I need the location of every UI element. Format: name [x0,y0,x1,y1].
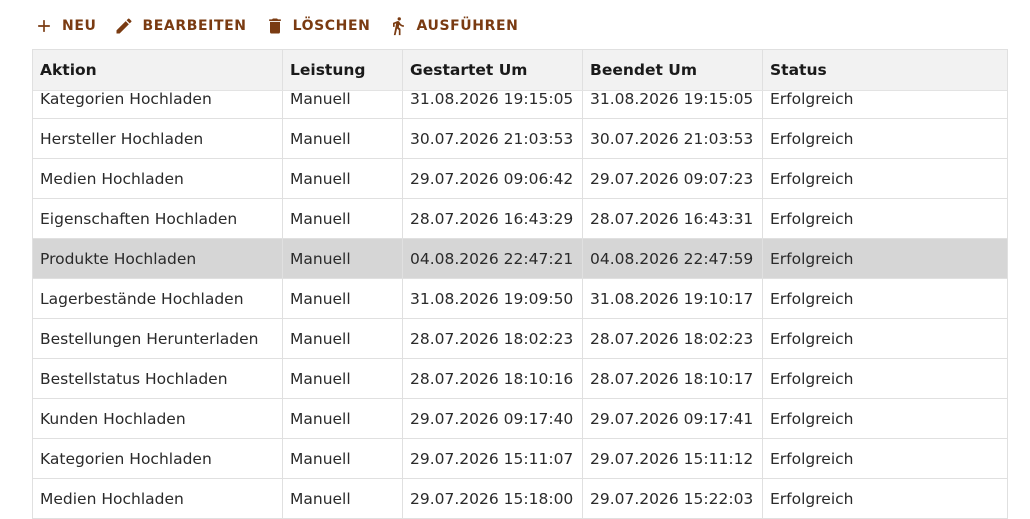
table-row[interactable]: Bestellstatus Hochladen Manuell 28.07.2026… [33,359,1007,399]
cell-aktion: Produkte Hochladen [33,239,283,278]
column-header-aktion[interactable]: Aktion [33,50,283,90]
cell-leistung: Manuell [283,279,403,318]
table-header: Aktion Leistung Gestartet Um Beendet Um … [33,50,1007,91]
table-row[interactable]: Medien Hochladen Manuell 29.07.2026 09:06:… [33,159,1007,199]
cell-leistung: Manuell [283,199,403,238]
cell-gestartet-um: 31.08.2026 19:09:50 [403,279,583,318]
cell-gestartet-um: 04.08.2026 22:47:21 [403,239,583,278]
cell-aktion: Kunden Hochladen [33,399,283,438]
plus-icon [34,16,54,36]
edit-button[interactable]: BEARBEITEN [114,12,246,40]
table-row[interactable]: Lagerbestände Hochladen Manuell 31.08.2026… [33,279,1007,319]
cell-leistung: Manuell [283,119,403,158]
cell-beendet-um: 29.07.2026 09:17:41 [583,399,763,438]
column-header-beendet-um[interactable]: Beendet Um [583,50,763,90]
cell-gestartet-um: 29.07.2026 15:18:00 [403,479,583,518]
toolbar: NEU BEARBEITEN LÖSCHEN AUSFÜHREN [34,10,518,42]
cell-status: Erfolgreich [770,489,854,508]
column-header-gestartet-um[interactable]: Gestartet Um [403,50,583,90]
cell-leistung: Manuell [283,399,403,438]
cell-aktion: Medien Hochladen [33,159,283,198]
cell-status: Erfolgreich [770,409,854,428]
cell-gestartet-um: 28.07.2026 16:43:29 [403,199,583,238]
delete-button[interactable]: LÖSCHEN [265,12,371,40]
cell-leistung: Manuell [283,359,403,398]
table-row[interactable]: Produkte Hochladen Manuell 04.08.2026 22:4… [33,239,1007,279]
cell-beendet-um: 31.08.2026 19:10:17 [583,279,763,318]
cell-gestartet-um: 29.07.2026 15:11:07 [403,439,583,478]
cell-status: Erfolgreich [770,249,854,268]
cell-status: Erfolgreich [770,129,854,148]
cell-beendet-um: 29.07.2026 09:07:23 [583,159,763,198]
cell-status: Erfolgreich [770,209,854,228]
column-header-leistung[interactable]: Leistung [283,50,403,90]
cell-gestartet-um: 29.07.2026 09:17:40 [403,399,583,438]
cell-aktion: Bestellstatus Hochladen [33,359,283,398]
column-header-status[interactable]: Status [763,50,1007,90]
run-button-label: AUSFÜHREN [416,18,519,34]
table-row[interactable]: Medien Hochladen Manuell 29.07.2026 15:18:… [33,479,1007,519]
trash-icon [265,16,285,36]
cell-aktion: Bestellungen Herunterladen [33,319,283,358]
run-button[interactable]: AUSFÜHREN [388,12,518,40]
table-row[interactable]: Bestellungen Herunterladen Manuell 28.07.2… [33,319,1007,359]
table-row[interactable]: Kategorien Hochladen Manuell 29.07.2026 15… [33,439,1007,479]
cell-aktion: Kategorien Hochladen [33,439,283,478]
cell-beendet-um: 28.07.2026 18:10:17 [583,359,763,398]
cell-beendet-um: 28.07.2026 18:02:23 [583,319,763,358]
new-button-label: NEU [62,18,97,34]
cell-status: Erfolgreich [770,449,854,468]
cell-gestartet-um: 28.07.2026 18:02:23 [403,319,583,358]
cell-gestartet-um: 30.07.2026 21:03:53 [403,119,583,158]
cell-beendet-um: 04.08.2026 22:47:59 [583,239,763,278]
table-row[interactable]: Kunden Hochladen Manuell 29.07.2026 09:17:… [33,399,1007,439]
pencil-icon [114,16,134,36]
cell-status: Erfolgreich [770,329,854,348]
cell-gestartet-um: 29.07.2026 09:06:42 [403,159,583,198]
cell-aktion: Medien Hochladen [33,479,283,518]
cell-aktion: Hersteller Hochladen [33,119,283,158]
table-row[interactable]: Eigenschaften Hochladen Manuell 28.07.2026… [33,199,1007,239]
cell-leistung: Manuell [283,479,403,518]
cell-leistung: Manuell [283,159,403,198]
table-row[interactable]: Hersteller Hochladen Manuell 30.07.2026 21… [33,119,1007,159]
cell-aktion: Eigenschaften Hochladen [33,199,283,238]
cell-status: Erfolgreich [770,369,854,388]
cell-status: Erfolgreich [770,289,854,308]
table-body: Kategorien Hochladen Manuell 31.08.2026 19… [33,79,1007,519]
cell-beendet-um: 30.07.2026 21:03:53 [583,119,763,158]
cell-beendet-um: 29.07.2026 15:22:03 [583,479,763,518]
cell-beendet-um: 29.07.2026 15:11:12 [583,439,763,478]
cell-beendet-um: 28.07.2026 16:43:31 [583,199,763,238]
delete-button-label: LÖSCHEN [292,18,371,34]
cell-status: Erfolgreich [770,169,854,188]
cell-gestartet-um: 28.07.2026 18:10:16 [403,359,583,398]
cell-aktion: Lagerbestände Hochladen [33,279,283,318]
edit-button-label: BEARBEITEN [142,18,247,34]
new-button[interactable]: NEU [34,12,96,40]
cell-leistung: Manuell [283,239,403,278]
running-person-icon [388,16,408,36]
job-history-table: Aktion Leistung Gestartet Um Beendet Um … [32,49,1008,519]
cell-leistung: Manuell [283,439,403,478]
cell-leistung: Manuell [283,319,403,358]
